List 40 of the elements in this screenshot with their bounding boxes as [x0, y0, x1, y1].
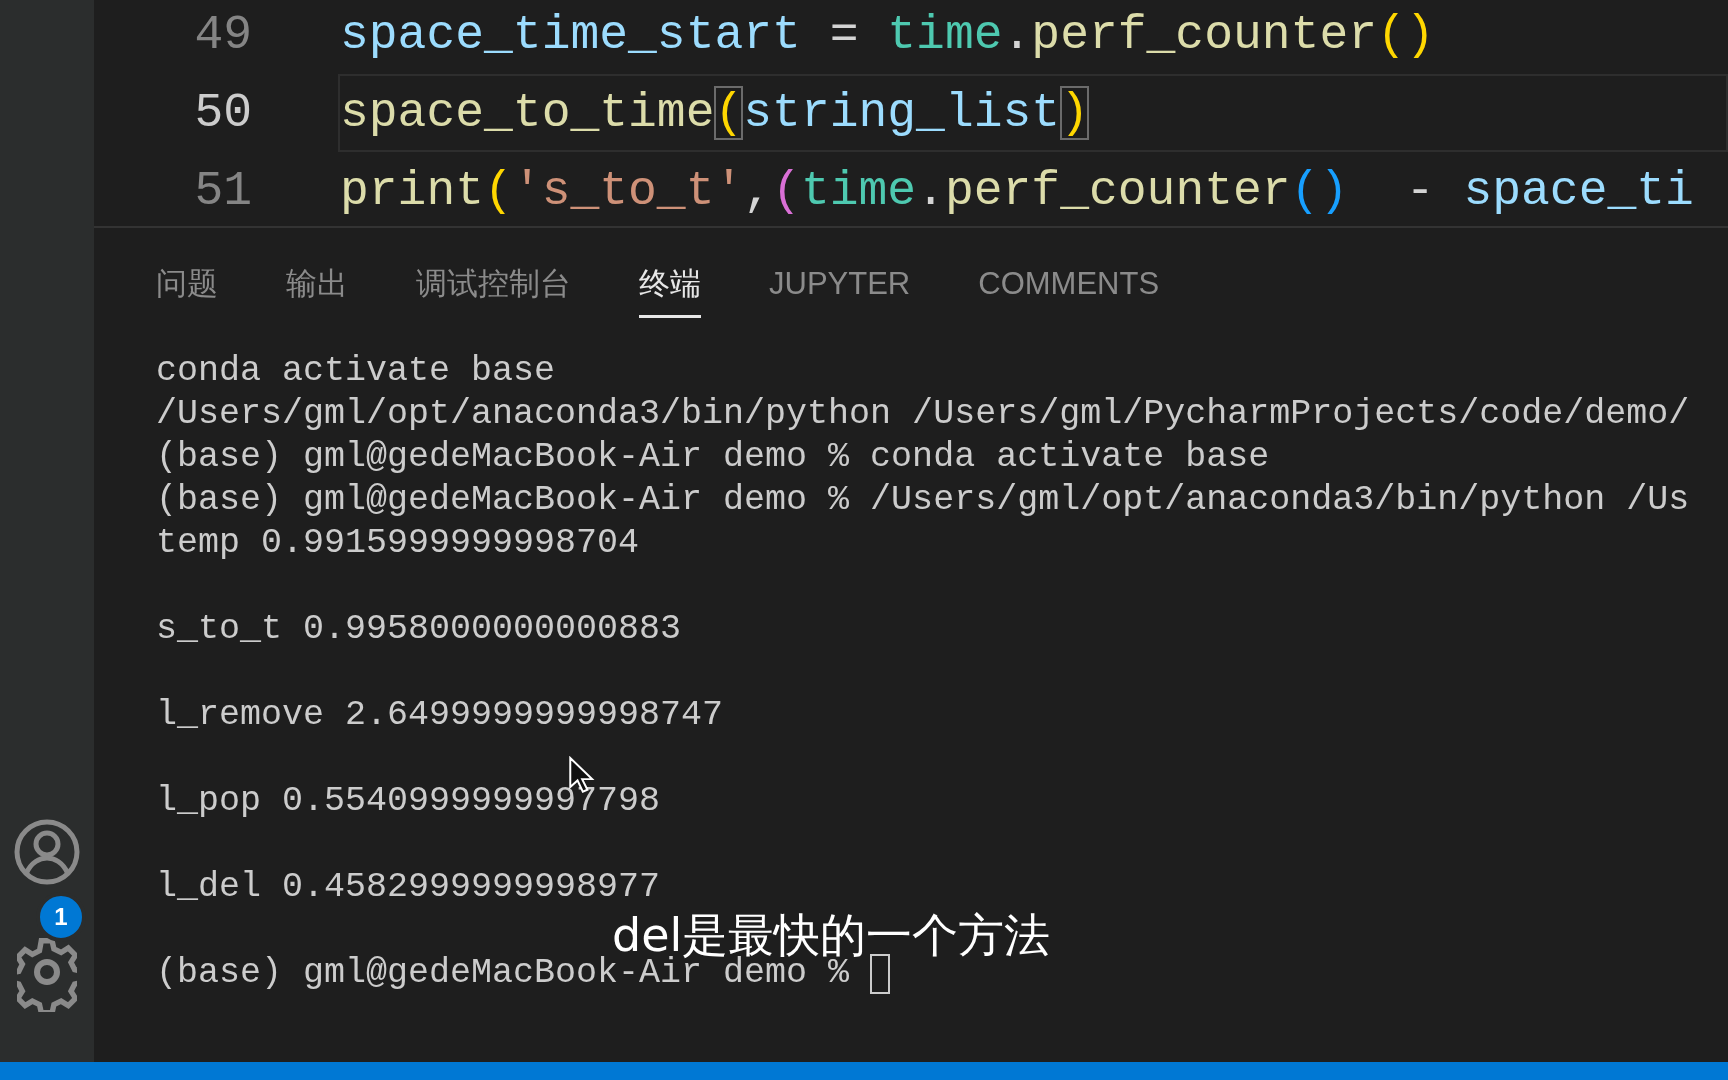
terminal-line: (base) gml@gedeMacBook-Air demo % conda activate base — [156, 436, 1270, 479]
code-token: = — [828, 8, 860, 62]
code-token: perf_counter — [944, 164, 1291, 218]
code-token: () — [1377, 8, 1435, 62]
terminal-line: s_to_t 0.9958000000000883 — [156, 608, 682, 651]
terminal-line: conda activate base — [156, 350, 556, 393]
line-number: 50 — [193, 85, 253, 142]
panel-tab[interactable]: 调试控制台 — [416, 260, 571, 318]
code-token: perf_counter — [1031, 8, 1377, 62]
code-token: 's_to_t' — [512, 164, 744, 218]
code-token: space_time_start — [340, 8, 801, 62]
code-token: ( — [772, 164, 801, 218]
code-token: - — [1404, 164, 1436, 218]
terminal-line: l_remove 2.6499999999998747 — [156, 694, 724, 737]
code-token: time — [800, 164, 917, 218]
code-token: ( — [714, 86, 744, 140]
panel-tab[interactable]: COMMENTS — [978, 260, 1160, 318]
line-number: 49 — [193, 7, 253, 64]
terminal-line: l_del 0.4582999999998977 — [156, 866, 661, 909]
panel-tab[interactable]: 终端 — [639, 260, 701, 318]
code-token: . — [1002, 8, 1032, 62]
code-token: . — [916, 164, 945, 218]
terminal-line: l_pop 0.5540999999997798 — [156, 780, 661, 823]
terminal-cursor — [870, 953, 891, 994]
code-token: space_ti — [1463, 164, 1694, 218]
code-token: ( — [484, 164, 513, 218]
terminal-line: temp 0.9915999999998704 — [156, 522, 640, 565]
code-token: print — [340, 164, 485, 218]
code-token: ) — [1060, 86, 1089, 140]
code-token: , — [743, 164, 773, 218]
panel-tab[interactable]: JUPYTER — [769, 260, 911, 318]
line-number: 51 — [193, 163, 253, 220]
code-token: () — [1290, 164, 1349, 218]
panel-tab[interactable]: 输出 — [286, 260, 348, 318]
code-token: time — [887, 8, 1003, 62]
panel-tab[interactable]: 问题 — [156, 260, 218, 318]
code-token: string_list — [743, 86, 1061, 140]
code-token: space_to_time — [340, 86, 715, 140]
terminal-line: (base) gml@gedeMacBook-Air demo % /Users/gml/opt/anaconda3/bin/python /Us — [156, 479, 1690, 522]
terminal-line: /Users/gml/opt/anaconda3/bin/python /Users/gml/PycharmProjects/code/demo/ — [156, 393, 1690, 436]
